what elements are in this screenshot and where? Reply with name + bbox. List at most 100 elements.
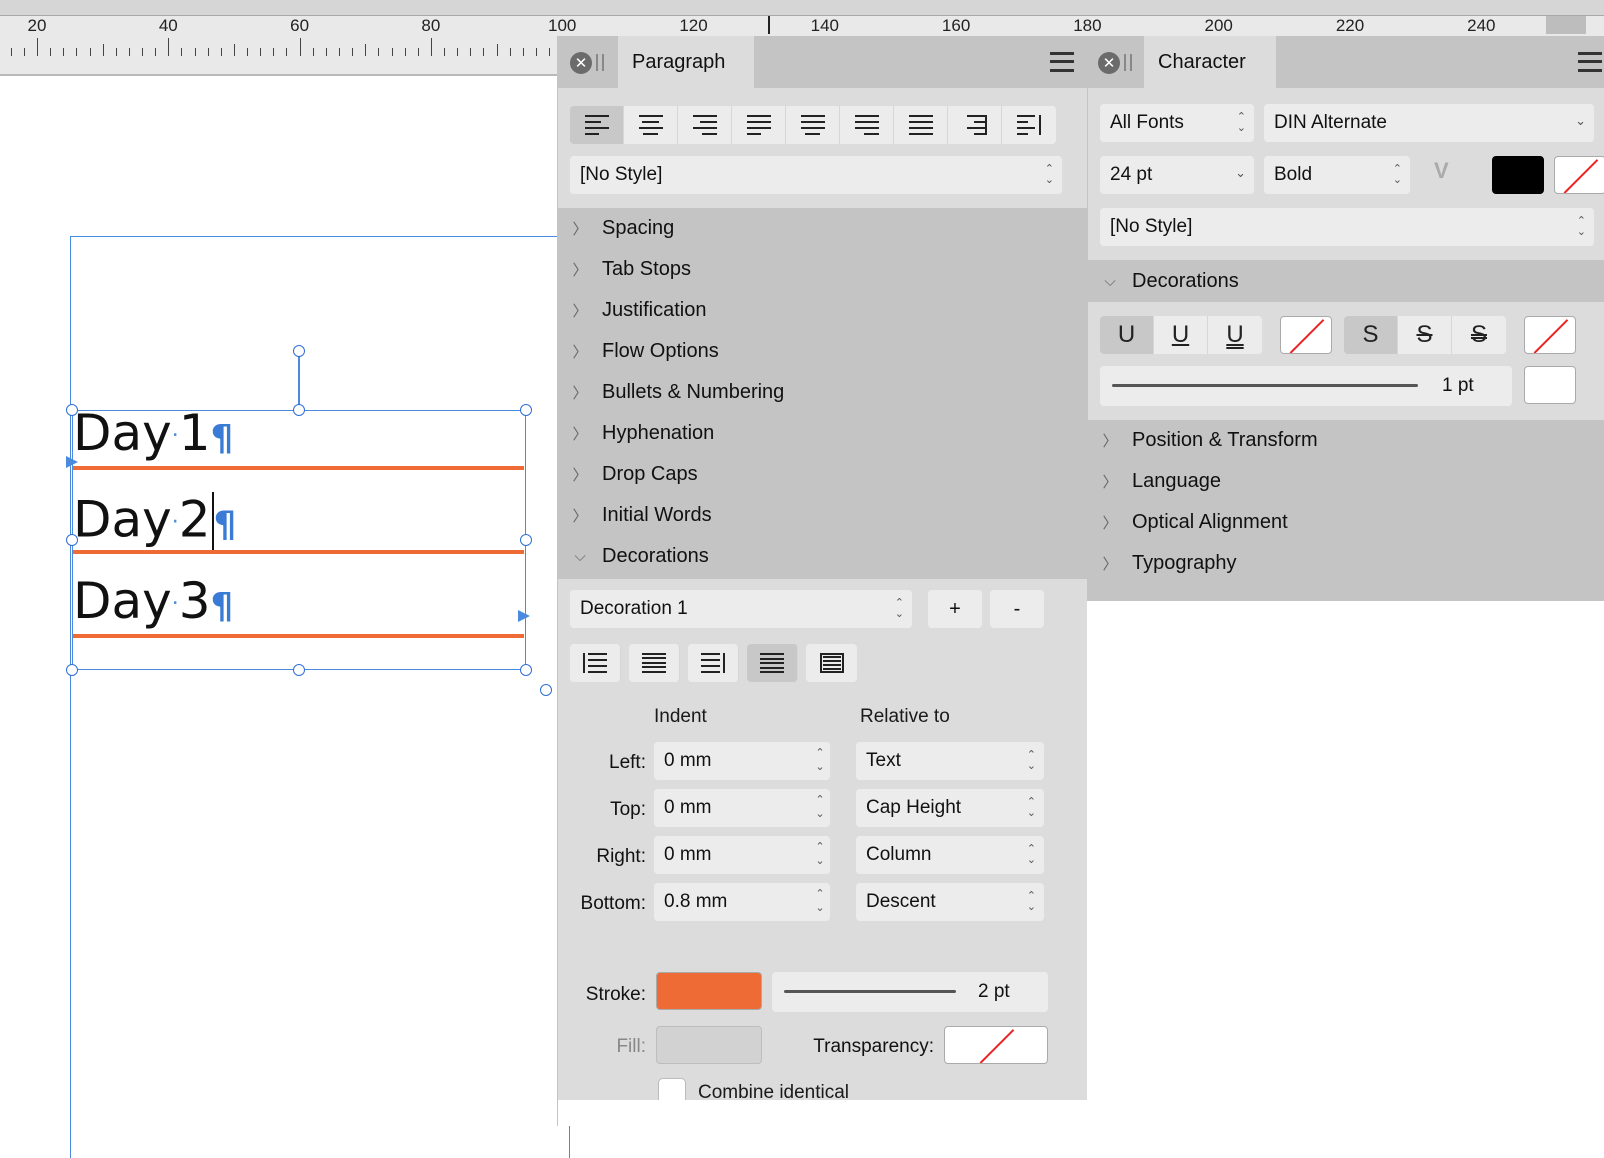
- tab-character[interactable]: Character: [1144, 36, 1276, 88]
- character-style-select[interactable]: [No Style] ⌃ ⌄: [1100, 208, 1594, 246]
- updown-icon: ⌃ ⌄: [1044, 163, 1054, 186]
- drag-grip-icon[interactable]: [1124, 54, 1132, 71]
- handle-top-middle[interactable]: [293, 404, 305, 416]
- text-line-day-1[interactable]: Day·1¶: [73, 408, 233, 458]
- section-language[interactable]: 〉 Language: [1088, 461, 1604, 502]
- line-weight-track[interactable]: [1112, 384, 1418, 387]
- align-towards-spine-button[interactable]: [948, 106, 1002, 144]
- decoration-select[interactable]: Decoration 1 ⌃ ⌄: [570, 590, 912, 628]
- stroke-width-slider[interactable]: 2 pt: [772, 972, 1048, 1012]
- panel-menu-icon[interactable]: [1050, 52, 1074, 72]
- align-left-button[interactable]: [570, 106, 624, 144]
- relative-1-select[interactable]: Cap Height ⌃ ⌄: [856, 789, 1044, 827]
- section-tab-stops[interactable]: 〉 Tab Stops: [558, 249, 1087, 290]
- document-canvas[interactable]: Day·1¶ Day·2¶ Day·3¶: [0, 78, 570, 1158]
- decoration-top-border-button[interactable]: [629, 644, 680, 682]
- link-handle[interactable]: [540, 684, 552, 696]
- strikethrough-color-swatch[interactable]: [1524, 316, 1576, 354]
- tab-paragraph[interactable]: Paragraph: [618, 36, 754, 88]
- font-weight-select[interactable]: Bold ⌃ ⌄: [1264, 156, 1410, 194]
- section-flow-options[interactable]: 〉 Flow Options: [558, 331, 1087, 372]
- decoration-left-border-button[interactable]: [570, 644, 621, 682]
- paragraph-style-select[interactable]: [No Style] ⌃ ⌄: [570, 156, 1062, 194]
- ruler-tick: [391, 48, 393, 56]
- double-underline-button[interactable]: U: [1208, 316, 1262, 354]
- decoration-right-border-button[interactable]: [688, 644, 739, 682]
- indent-2-input[interactable]: 0 mm: [654, 836, 824, 874]
- relative-0-select[interactable]: Text ⌃ ⌄: [856, 742, 1044, 780]
- line-weight-slider[interactable]: 1 pt: [1100, 366, 1512, 406]
- text-line-day-3[interactable]: Day·3¶: [73, 576, 233, 626]
- stroke-color-swatch[interactable]: [656, 972, 762, 1010]
- font-size-field[interactable]: 24 pt ⌄: [1100, 156, 1254, 194]
- decoration-bottom-border-button[interactable]: [747, 644, 798, 682]
- section-position-transform[interactable]: 〉 Position & Transform: [1088, 420, 1604, 461]
- single-strikethrough-button[interactable]: S: [1398, 316, 1452, 354]
- handle-bottom-left[interactable]: [66, 664, 78, 676]
- handle-top-right[interactable]: [520, 404, 532, 416]
- drag-grip-icon[interactable]: [596, 54, 604, 71]
- text-flow-out-marker[interactable]: [518, 610, 530, 622]
- add-decoration-button[interactable]: +: [928, 590, 982, 628]
- align-right-button[interactable]: [678, 106, 732, 144]
- indent-1-stepper[interactable]: ⌃ ⌄: [810, 789, 830, 827]
- ruler-tick: [260, 48, 262, 56]
- ruler-label: 100: [548, 16, 577, 35]
- justify-all-button[interactable]: [894, 106, 948, 144]
- word-day: Day: [73, 572, 172, 630]
- text-color-swatch[interactable]: [1492, 156, 1544, 194]
- align-center-button[interactable]: [624, 106, 678, 144]
- no-strikethrough-button[interactable]: S: [1344, 316, 1398, 354]
- handle-bottom-middle[interactable]: [293, 664, 305, 676]
- justify-center-button[interactable]: [786, 106, 840, 144]
- justify-left-button[interactable]: [732, 106, 786, 144]
- section-drop-caps[interactable]: 〉 Drop Caps: [558, 454, 1087, 495]
- relative-3-select[interactable]: Descent ⌃ ⌄: [856, 883, 1044, 921]
- handle-middle-right[interactable]: [520, 534, 532, 546]
- highlight-color-swatch[interactable]: [1554, 156, 1604, 194]
- justify-right-button[interactable]: [840, 106, 894, 144]
- indent-2-stepper[interactable]: ⌃ ⌄: [810, 836, 830, 874]
- close-icon[interactable]: ✕: [570, 52, 592, 74]
- double-strikethrough-button[interactable]: S: [1452, 316, 1506, 354]
- section-decorations[interactable]: ⌵ Decorations: [558, 536, 1087, 577]
- text-line-day-2[interactable]: Day·2¶: [73, 492, 236, 554]
- rotate-handle[interactable]: [293, 345, 305, 357]
- indent-0-input[interactable]: 0 mm: [654, 742, 824, 780]
- section-typography[interactable]: 〉 Typography: [1088, 543, 1604, 584]
- remove-decoration-button[interactable]: -: [990, 590, 1044, 628]
- ruler-tick: [10, 48, 12, 56]
- stroke-width-track[interactable]: [784, 990, 956, 993]
- transparency-swatch[interactable]: [944, 1026, 1048, 1064]
- line-color-swatch[interactable]: [1524, 366, 1576, 404]
- close-icon[interactable]: ✕: [1098, 52, 1120, 74]
- updown-icon: ⌃ ⌄: [1026, 843, 1036, 866]
- ruler-tick: [37, 38, 38, 56]
- section-initial-words[interactable]: 〉 Initial Words: [558, 495, 1087, 536]
- ruler-tick: [168, 38, 170, 56]
- section-hyphenation[interactable]: 〉 Hyphenation: [558, 413, 1087, 454]
- panel-menu-icon[interactable]: [1578, 52, 1602, 72]
- font-collection-select[interactable]: All Fonts ⌃ ⌄: [1100, 104, 1254, 142]
- single-underline-button[interactable]: U: [1154, 316, 1208, 354]
- indent-3-stepper[interactable]: ⌃ ⌄: [810, 883, 830, 921]
- align-away-from-spine-button[interactable]: [1002, 106, 1056, 144]
- indent-0-stepper[interactable]: ⌃ ⌄: [810, 742, 830, 780]
- chevron-down-icon[interactable]: ⌄: [1575, 113, 1586, 129]
- section-decorations[interactable]: ⌵ Decorations: [1088, 261, 1604, 302]
- kerning-icon[interactable]: V: [1434, 158, 1449, 184]
- handle-bottom-right[interactable]: [520, 664, 532, 676]
- relative-2-select[interactable]: Column ⌃ ⌄: [856, 836, 1044, 874]
- section-spacing[interactable]: 〉 Spacing: [558, 208, 1087, 249]
- indent-1-input[interactable]: 0 mm: [654, 789, 824, 827]
- decoration-box-button[interactable]: [806, 644, 857, 682]
- chevron-down-icon[interactable]: ⌄: [1235, 165, 1246, 181]
- section-justification[interactable]: 〉 Justification: [558, 290, 1087, 331]
- font-family-field[interactable]: DIN Alternate ⌄: [1264, 104, 1594, 142]
- chevron-right-icon: 〉: [572, 426, 588, 443]
- underline-color-swatch[interactable]: [1280, 316, 1332, 354]
- section-bullets-numbering[interactable]: 〉 Bullets & Numbering: [558, 372, 1087, 413]
- section-optical-alignment[interactable]: 〉 Optical Alignment: [1088, 502, 1604, 543]
- no-underline-button[interactable]: U: [1100, 316, 1154, 354]
- indent-3-input[interactable]: 0.8 mm: [654, 883, 824, 921]
